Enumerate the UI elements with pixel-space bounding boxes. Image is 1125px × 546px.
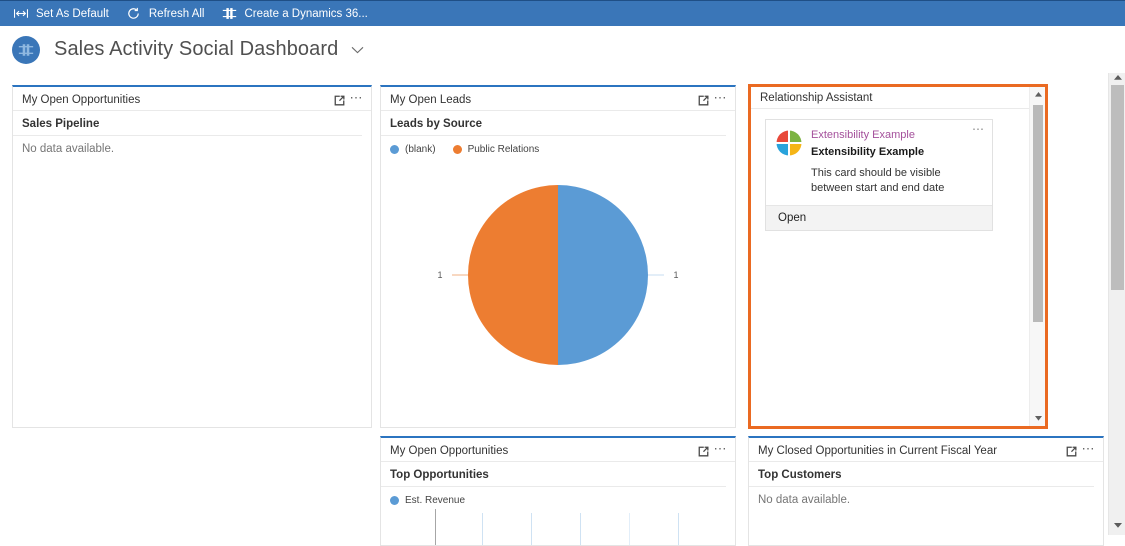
panel-top-opportunities: My Open Opportunities ⋯ Top Opportunitie… xyxy=(380,436,736,546)
assistant-card-link[interactable]: Extensibility Example xyxy=(811,128,984,142)
assistant-scrollbar[interactable] xyxy=(1029,87,1045,426)
chevron-down-icon[interactable] xyxy=(351,46,364,54)
page-title: Sales Activity Social Dashboard xyxy=(54,38,339,60)
scroll-down-arrow-icon[interactable] xyxy=(1030,411,1046,426)
panel-title: My Closed Opportunities in Current Fisca… xyxy=(758,445,998,457)
command-bar: Set As Default Refresh All Create a Dyna… xyxy=(0,0,1125,26)
scroll-up-arrow-icon[interactable] xyxy=(1030,87,1046,102)
refresh-all-label: Refresh All xyxy=(148,7,205,20)
panel-subtitle: Leads by Source xyxy=(381,111,726,136)
pinwheel-icon xyxy=(776,130,802,156)
create-dynamics-button[interactable]: Create a Dynamics 36... xyxy=(216,1,379,27)
create-dynamics-label: Create a Dynamics 36... xyxy=(244,7,368,20)
bar-chart[interactable] xyxy=(381,509,735,545)
panel-header: Relationship Assistant xyxy=(751,88,1045,109)
panel-title: My Open Opportunities xyxy=(22,94,141,106)
more-options-icon[interactable]: ⋯ xyxy=(712,91,729,108)
legend-label: (blank) xyxy=(405,144,436,155)
scrollbar-thumb[interactable] xyxy=(1111,85,1124,290)
assistant-card-open-button[interactable]: Open xyxy=(766,205,992,230)
panel-top-customers: My Closed Opportunities in Current Fisca… xyxy=(748,436,1104,546)
empty-state-message: No data available. xyxy=(758,494,851,506)
panel-header: My Open Leads ⋯ xyxy=(381,90,735,111)
dashboard-canvas: My Open Opportunities ⋯ Sales Pipeline N… xyxy=(0,73,1125,546)
create-dynamics-icon xyxy=(220,6,238,22)
scroll-down-arrow-icon[interactable] xyxy=(1109,518,1125,533)
scrollbar-thumb[interactable] xyxy=(1033,105,1043,322)
pie-data-label-blue: 1 xyxy=(673,270,678,280)
dashboard-header: Sales Activity Social Dashboard xyxy=(0,26,1125,73)
panel-subtitle: Sales Pipeline xyxy=(13,111,362,136)
pie-slice-public-relations xyxy=(468,185,558,365)
legend-item: (blank) xyxy=(390,144,436,155)
pie-slice-blank xyxy=(558,185,648,365)
legend-label: Est. Revenue xyxy=(405,495,466,506)
gridline xyxy=(629,513,630,545)
legend-label: Public Relations xyxy=(467,144,540,155)
panel-title: My Open Leads xyxy=(390,94,472,106)
legend-swatch-blue xyxy=(390,145,399,154)
pie-chart[interactable]: 1 1 xyxy=(381,155,735,425)
panel-title: Relationship Assistant xyxy=(760,92,873,104)
assistant-card-subtitle: Extensibility Example xyxy=(811,146,925,158)
assistant-card-body: Extensibility Example Extensibility Exam… xyxy=(766,120,992,205)
set-as-default-button[interactable]: Set As Default xyxy=(8,1,121,27)
pie-data-label-orange: 1 xyxy=(437,270,442,280)
legend-item: Public Relations xyxy=(452,144,540,155)
pop-out-icon[interactable] xyxy=(1063,443,1080,459)
pop-out-icon[interactable] xyxy=(331,92,348,108)
refresh-icon xyxy=(125,6,143,22)
more-options-icon[interactable]: ⋯ xyxy=(1080,442,1097,459)
pop-out-icon[interactable] xyxy=(695,92,712,108)
page-scrollbar[interactable] xyxy=(1108,73,1125,535)
gridline xyxy=(678,513,679,545)
assistant-card-description: This card should be visible between star… xyxy=(811,167,945,194)
set-as-default-label: Set As Default xyxy=(36,7,109,20)
refresh-all-button[interactable]: Refresh All xyxy=(121,1,217,27)
panel-header: My Open Opportunities ⋯ xyxy=(381,441,735,462)
gridline xyxy=(531,513,532,545)
set-as-default-icon xyxy=(12,6,30,22)
gridline xyxy=(580,513,581,545)
empty-state-message: No data available. xyxy=(22,143,115,155)
pop-out-icon[interactable] xyxy=(695,443,712,459)
legend-swatch-orange xyxy=(452,145,462,154)
assistant-card-text: Extensibility Example Extensibility Exam… xyxy=(811,128,984,196)
assistant-card[interactable]: ⋯ Extensibility Example Extensibility Ex… xyxy=(765,119,993,231)
panel-header: My Closed Opportunities in Current Fisca… xyxy=(749,441,1103,462)
legend-swatch-est-revenue xyxy=(390,496,399,505)
legend-item: Est. Revenue xyxy=(390,495,465,506)
panel-sales-pipeline: My Open Opportunities ⋯ Sales Pipeline N… xyxy=(12,85,372,428)
panel-leads-by-source: My Open Leads ⋯ Leads by Source (blank) … xyxy=(380,85,736,428)
dashboard-icon xyxy=(12,35,40,64)
chart-legend: Est. Revenue xyxy=(381,487,735,506)
more-options-icon[interactable]: ⋯ xyxy=(712,442,729,459)
scroll-up-arrow-icon[interactable] xyxy=(1109,70,1125,85)
gridline xyxy=(482,513,483,545)
panel-header: My Open Opportunities ⋯ xyxy=(13,90,371,111)
more-options-icon[interactable]: ⋯ xyxy=(972,123,985,135)
panel-relationship-assistant[interactable]: Relationship Assistant ⋯ Extensibility E… xyxy=(748,84,1048,429)
panel-title: My Open Opportunities xyxy=(390,445,509,457)
axis-line xyxy=(435,509,436,545)
chart-legend: (blank) Public Relations xyxy=(381,136,735,155)
panel-subtitle: Top Customers xyxy=(749,462,1094,487)
more-options-icon[interactable]: ⋯ xyxy=(348,91,365,108)
panel-subtitle: Top Opportunities xyxy=(381,462,726,487)
